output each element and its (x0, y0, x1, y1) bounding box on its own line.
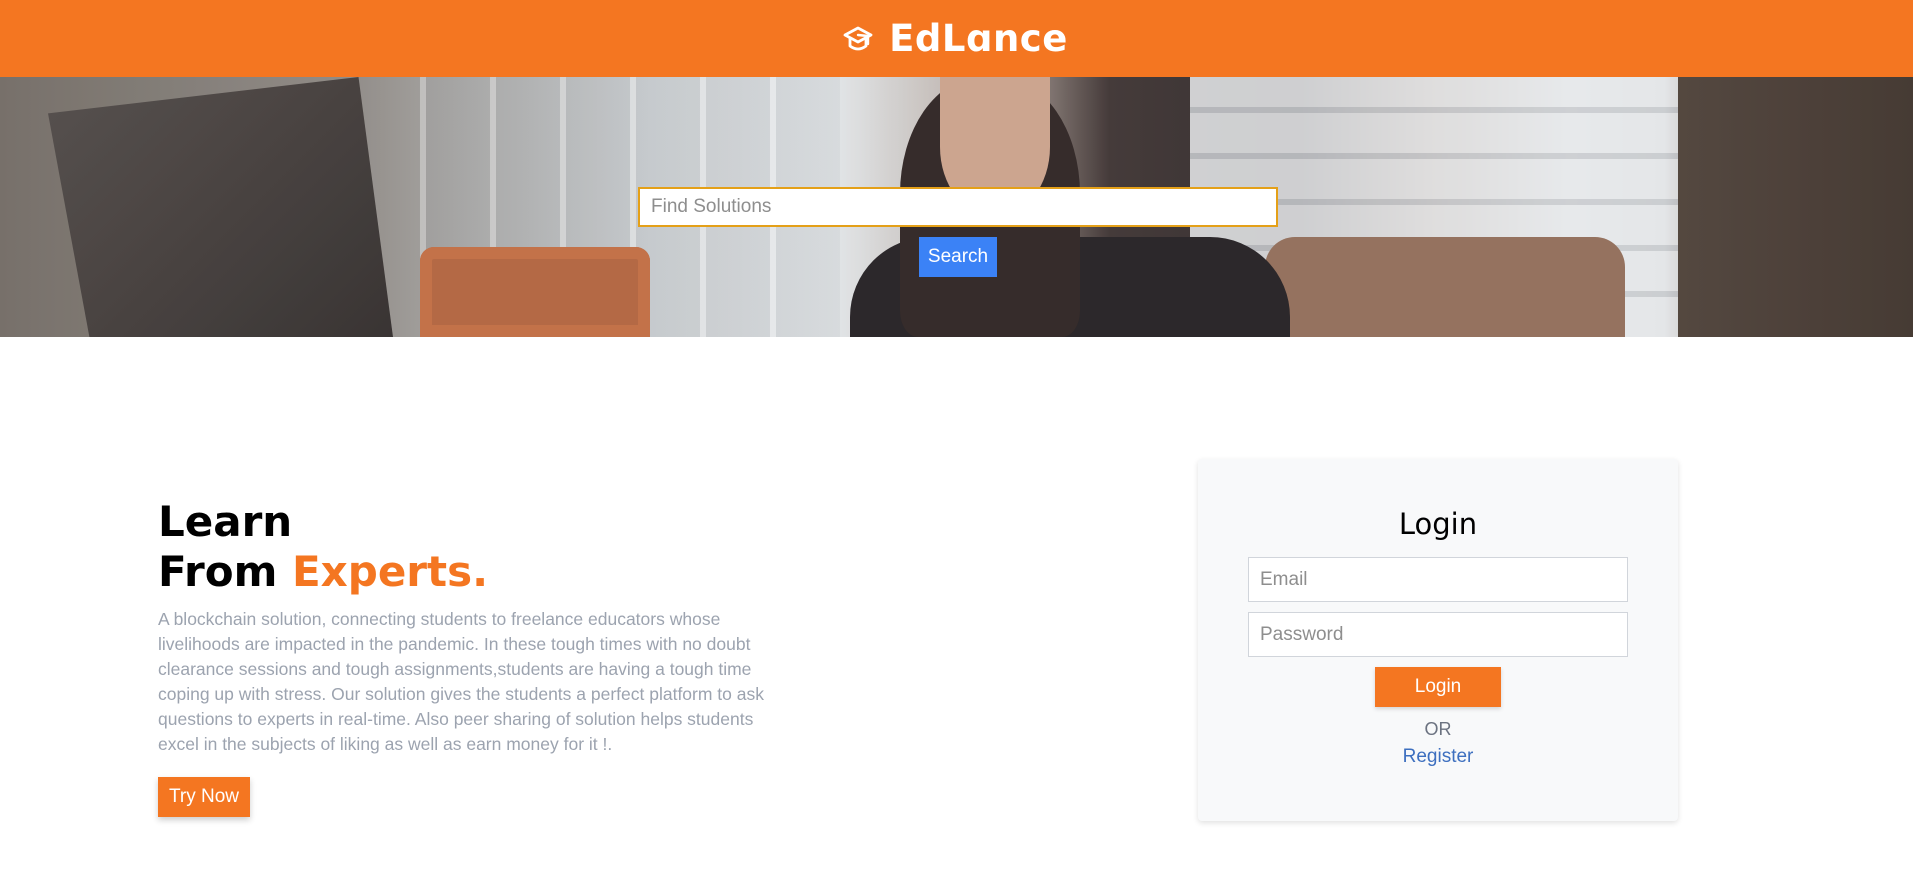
brand-name: EdLɑnce (889, 17, 1068, 60)
register-link[interactable]: Register (1198, 746, 1678, 768)
intro-description: A blockchain solution, connecting studen… (158, 609, 764, 754)
try-now-button[interactable]: Try Now (158, 777, 250, 817)
email-field[interactable] (1248, 557, 1628, 602)
login-title: Login (1398, 507, 1478, 541)
headline-line-1: Learn (158, 497, 293, 546)
brand[interactable]: EdLɑnce (841, 17, 1068, 60)
top-bar: EdLɑnce (0, 0, 1913, 77)
search-button[interactable]: Search (919, 237, 997, 277)
or-divider-text: OR (1424, 719, 1452, 739)
password-field[interactable] (1248, 612, 1628, 657)
headline-accent: Experts. (291, 547, 489, 596)
page-headline: Learn From Experts. (158, 497, 488, 597)
login-card: Login Login OR Register (1198, 459, 1678, 821)
graduation-cap-icon (841, 22, 875, 56)
search-input[interactable] (638, 187, 1278, 227)
headline-line-2-prefix: From (158, 547, 292, 596)
login-button[interactable]: Login (1375, 667, 1501, 707)
